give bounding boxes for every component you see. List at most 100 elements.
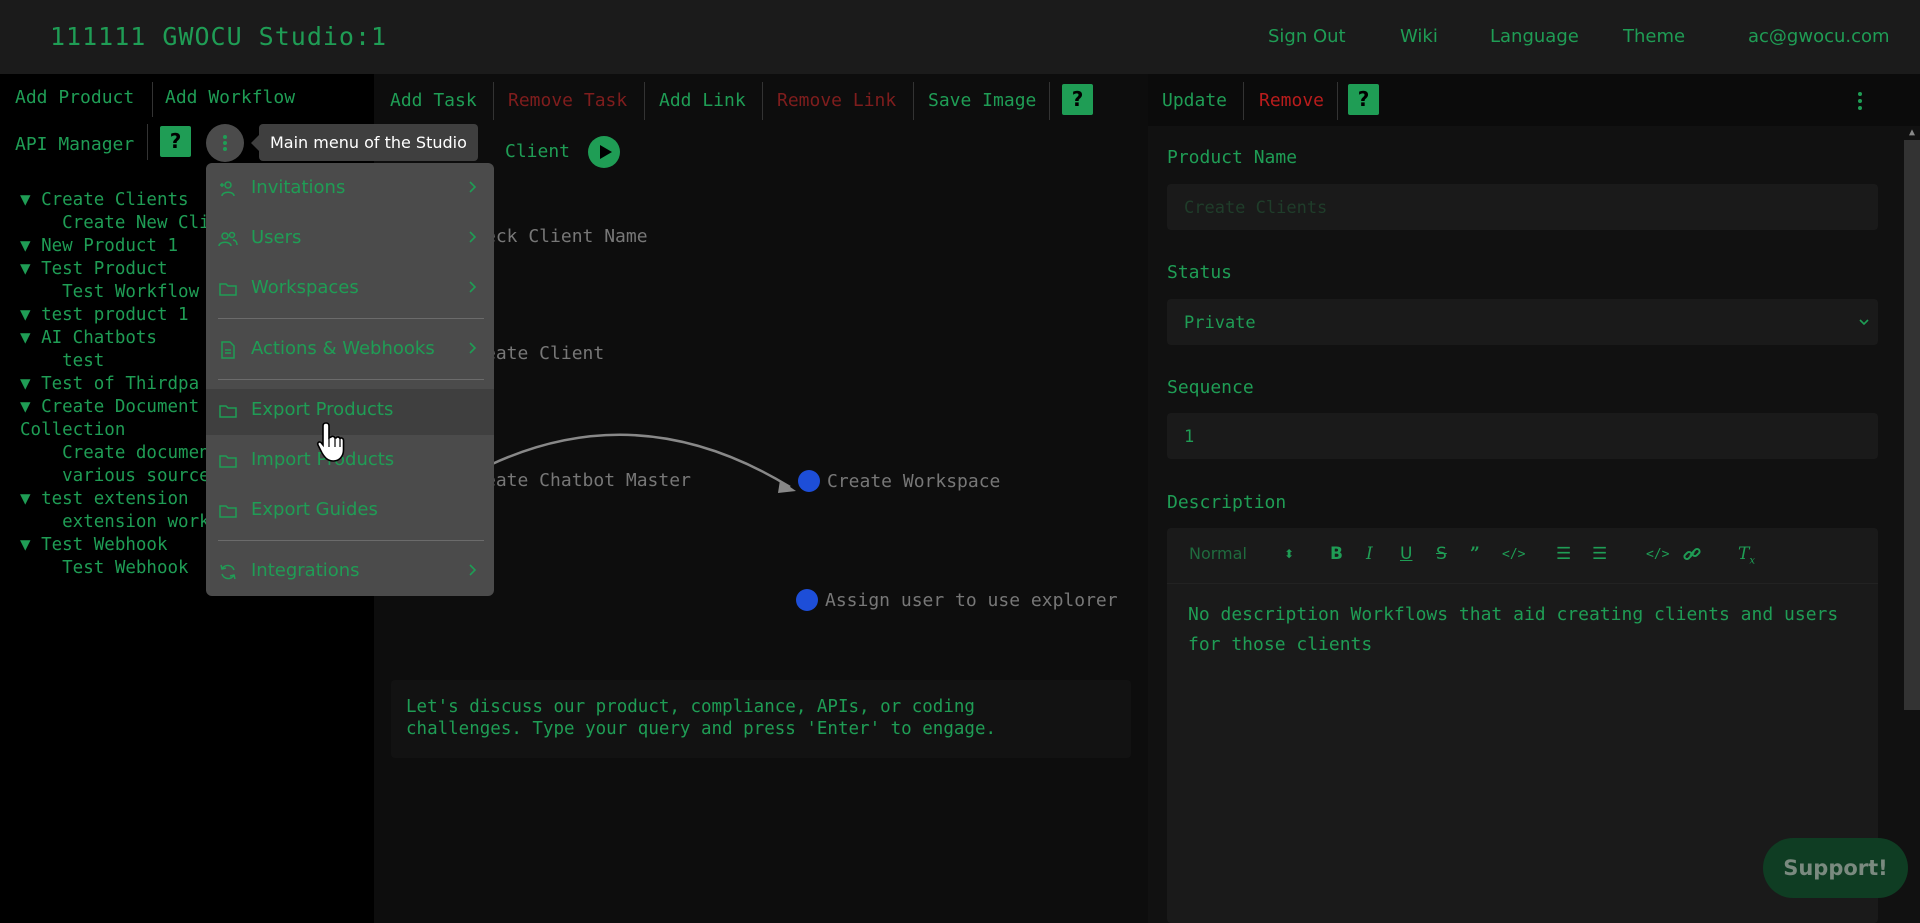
bullet-list-icon[interactable]: ☰ (1592, 544, 1607, 564)
menu-item-invitations[interactable]: Invitations (206, 167, 494, 211)
remove-task-button[interactable]: Remove Task (508, 90, 627, 111)
status-value: Private (1184, 313, 1256, 333)
tree-item[interactable]: Collection (20, 419, 210, 442)
help-button[interactable]: ? (1348, 84, 1379, 115)
sequence-value: 1 (1184, 427, 1195, 447)
remove-button[interactable]: Remove (1259, 90, 1324, 111)
add-workflow-button[interactable]: Add Workflow (165, 87, 295, 108)
chevron-down-icon (1859, 319, 1869, 326)
menu-dot (223, 135, 227, 139)
main-menu-button[interactable] (206, 124, 244, 162)
link-icon[interactable] (1682, 544, 1702, 564)
add-link-button[interactable]: Add Link (659, 90, 746, 111)
wiki-link[interactable]: Wiki (1400, 26, 1438, 47)
task-node-label[interactable]: eck Client Name (485, 226, 648, 247)
menu-item-label: Invitations (251, 177, 346, 198)
toolbar-divider (644, 82, 645, 120)
add-task-button[interactable]: Add Task (390, 90, 477, 111)
status-label: Status (1167, 262, 1233, 283)
ordered-list-icon[interactable]: ☰ (1556, 544, 1571, 564)
tree-item[interactable]: ▼ Create Clients (20, 189, 210, 212)
api-manager-button[interactable]: API Manager (15, 134, 134, 155)
help-button[interactable]: ? (1062, 84, 1093, 115)
tree-item[interactable]: Create documen (20, 442, 210, 465)
menu-item-actions-webhooks[interactable]: Actions & Webhooks (206, 328, 494, 372)
description-label: Description (1167, 492, 1287, 513)
chat-line: challenges. Type your query and press 'E… (406, 719, 997, 739)
underline-icon[interactable]: U (1400, 544, 1412, 564)
folder-icon (219, 505, 237, 518)
product-tree: ▼ Create Clients Create New Cli ▼ New Pro… (20, 189, 210, 580)
task-node-dot[interactable] (796, 589, 818, 611)
toolbar-divider (1049, 82, 1050, 120)
theme-link[interactable]: Theme (1623, 26, 1685, 47)
folder-icon (219, 405, 237, 418)
tree-item[interactable]: ▼ test extension (20, 488, 210, 511)
support-button[interactable]: Support! (1763, 838, 1908, 898)
format-select-arrows-icon: ⬍ (1284, 547, 1295, 561)
help-button[interactable]: ? (160, 126, 191, 157)
menu-item-integrations[interactable]: Integrations (206, 550, 494, 594)
update-button[interactable]: Update (1162, 90, 1227, 111)
tree-item[interactable]: ▼ Test of Thirdpa (20, 373, 210, 396)
sign-out-link[interactable]: Sign Out (1268, 26, 1346, 47)
menu-item-label: Export Products (251, 399, 394, 420)
menu-tooltip: Main menu of the Studio (251, 124, 478, 161)
menu-item-import-products[interactable]: Import Products (206, 439, 494, 483)
refresh-icon (220, 564, 236, 580)
task-node-label[interactable]: eate Client (485, 343, 604, 364)
scroll-up-icon[interactable]: ▲ (1904, 127, 1920, 140)
tree-item[interactable]: ▼ test product 1 (20, 304, 210, 327)
more-options-icon[interactable] (1856, 90, 1864, 114)
menu-item-export-products[interactable]: Export Products (206, 389, 494, 435)
user-email-link[interactable]: ac@gwocu.com (1748, 26, 1890, 47)
document-icon (221, 341, 235, 359)
description-text[interactable]: No description Workflows that aid creati… (1188, 600, 1868, 660)
strike-icon[interactable]: S (1436, 544, 1447, 564)
tree-item[interactable]: test (20, 350, 210, 373)
tree-item[interactable]: ▼ Test Webhook (20, 534, 210, 557)
format-select[interactable]: Normal (1189, 544, 1247, 563)
toolbar-divider (1337, 82, 1338, 120)
menu-item-users[interactable]: Users (206, 217, 494, 261)
status-select[interactable] (1167, 299, 1878, 345)
code-block-icon[interactable]: </> (1646, 547, 1669, 562)
italic-icon[interactable]: I (1366, 544, 1373, 564)
remove-link-button[interactable]: Remove Link (777, 90, 896, 111)
tree-item[interactable]: Create New Cli (20, 212, 210, 235)
tree-item[interactable]: ▼ Test Product (20, 258, 210, 281)
chat-placeholder: Let's discuss our product, compliance, A… (406, 696, 996, 740)
language-link[interactable]: Language (1490, 26, 1579, 47)
tree-item[interactable]: ▼ New Product 1 (20, 235, 210, 258)
save-image-button[interactable]: Save Image (928, 90, 1036, 111)
header-bar: 111111 GWOCU Studio:1 Sign Out Wiki Lang… (0, 0, 1920, 74)
tree-item[interactable]: extension work (20, 511, 210, 534)
sequence-field[interactable] (1167, 413, 1878, 459)
toolbar-divider (762, 82, 763, 120)
menu-item-workspaces[interactable]: Workspaces (206, 267, 494, 311)
scrollbar[interactable] (1904, 140, 1920, 710)
tree-item[interactable]: Test Workflow (20, 281, 210, 304)
menu-divider (218, 379, 484, 380)
product-name-placeholder: Create Clients (1184, 198, 1328, 218)
toolbar-divider (152, 82, 153, 117)
menu-item-export-guides[interactable]: Export Guides (206, 489, 494, 533)
task-node-label[interactable]: Assign user to use explorer (825, 590, 1118, 611)
play-icon[interactable] (588, 136, 620, 168)
add-product-button[interactable]: Add Product (15, 87, 134, 108)
task-node-dot[interactable] (798, 470, 820, 492)
workflow-link-arrow[interactable] (470, 425, 810, 495)
tree-item[interactable]: ▼ Create Document (20, 396, 210, 419)
menu-item-label: Workspaces (251, 277, 359, 298)
toolbar-divider (1243, 82, 1244, 120)
tree-item[interactable]: Test Webhook (20, 557, 210, 580)
tree-item[interactable]: various source (20, 465, 210, 488)
user-plus-icon (220, 181, 235, 197)
clear-format-icon[interactable]: Tx (1738, 544, 1755, 566)
bold-icon[interactable]: B (1330, 544, 1343, 564)
tree-item[interactable]: ▼ AI Chatbots (20, 327, 210, 350)
blockquote-icon[interactable]: ” (1470, 544, 1480, 564)
task-node-label[interactable]: Create Workspace (827, 471, 1000, 492)
code-icon[interactable]: </> (1502, 547, 1525, 562)
chevron-right-icon (469, 564, 477, 576)
